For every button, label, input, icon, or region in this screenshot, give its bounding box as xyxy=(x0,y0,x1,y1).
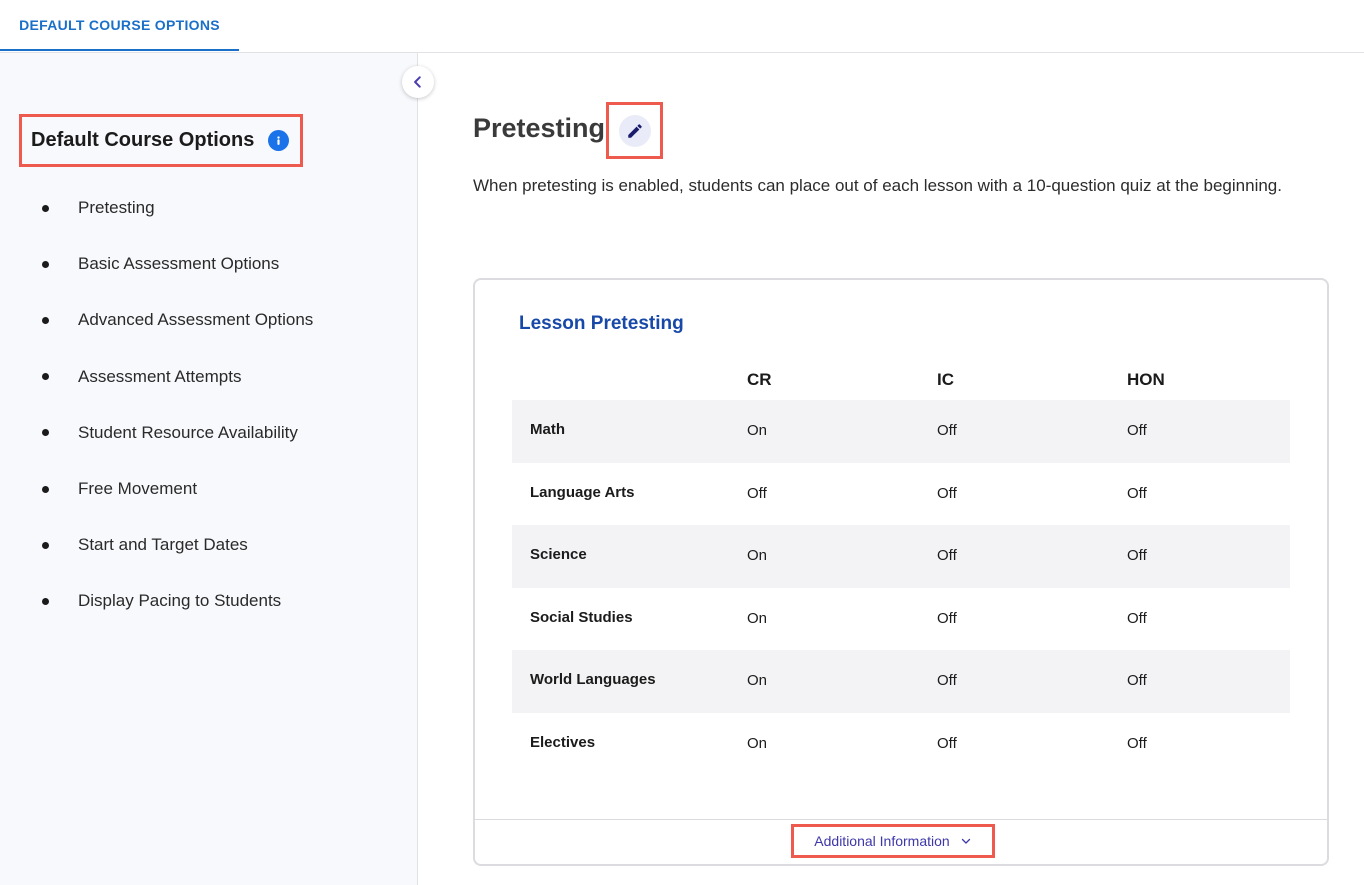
sidebar-title: Default Course Options xyxy=(31,129,255,151)
subject-cell: Social Studies xyxy=(530,608,633,626)
page-title: Pretesting xyxy=(473,113,606,143)
subject-cell: World Languages xyxy=(530,671,656,689)
top-bar: DEFAULT COURSE OPTIONS xyxy=(0,0,1364,53)
table-row: Science On Off Off xyxy=(512,525,1290,588)
column-header-cr: CR xyxy=(747,370,772,389)
table-body: Math On Off Off Language Arts Off Off Of… xyxy=(512,400,1290,776)
bullet-icon xyxy=(42,485,49,493)
value-cell: On xyxy=(747,422,768,439)
table-row: Electives On Off Off xyxy=(512,713,1290,776)
sidebar-item-label: Pretesting xyxy=(78,198,155,218)
sidebar-header: Default Course Options xyxy=(19,114,303,167)
table-header: CR IC HON xyxy=(512,366,1290,400)
value-cell: Off xyxy=(1127,609,1147,627)
edit-highlight xyxy=(606,102,663,159)
card-title: Lesson Pretesting xyxy=(519,313,684,334)
sidebar-item-label: Basic Assessment Options xyxy=(78,254,280,274)
sidebar-item-label: Free Movement xyxy=(78,479,198,499)
subject-cell: Electives xyxy=(530,733,596,751)
subject-cell: Science xyxy=(530,546,587,564)
sidebar-item-label: Display Pacing to Students xyxy=(78,591,282,611)
lesson-pretesting-card: Lesson Pretesting CR IC HON Math On Off … xyxy=(473,278,1329,866)
value-cell: Off xyxy=(1127,672,1147,690)
sidebar-item-label: Assessment Attempts xyxy=(78,366,242,386)
value-cell: Off xyxy=(747,484,767,502)
value-cell: On xyxy=(747,734,768,752)
chevron-left-icon xyxy=(414,76,421,88)
value-cell: Off xyxy=(937,422,957,439)
table-row: Math On Off Off xyxy=(512,400,1290,463)
column-header-ic: IC xyxy=(937,370,954,389)
sidebar-item-label: Start and Target Dates xyxy=(78,535,248,555)
value-cell: Off xyxy=(1127,484,1147,502)
edit-button[interactable] xyxy=(618,114,651,147)
description: When pretesting is enabled, students can… xyxy=(473,176,1282,195)
table-row: Social Studies On Off Off xyxy=(512,588,1290,651)
value-cell: Off xyxy=(1127,422,1147,439)
subject-cell: Language Arts xyxy=(530,483,635,501)
collapse-sidebar-button[interactable] xyxy=(402,66,434,98)
pencil-icon xyxy=(627,123,642,138)
value-cell: Off xyxy=(1127,734,1147,752)
value-cell: Off xyxy=(937,734,957,752)
value-cell: On xyxy=(747,609,768,627)
bullet-icon xyxy=(42,260,49,268)
heading-row: Pretesting xyxy=(473,113,605,144)
subject-cell: Math xyxy=(530,421,565,438)
value-cell: Off xyxy=(937,484,957,502)
tab-default-course-options[interactable]: DEFAULT COURSE OPTIONS xyxy=(0,0,239,51)
value-cell: On xyxy=(747,547,768,565)
table-row: Language Arts Off Off Off xyxy=(512,463,1290,526)
info-icon[interactable] xyxy=(268,130,290,151)
sidebar-item-label: Advanced Assessment Options xyxy=(78,310,314,330)
additional-information-label: Additional Information xyxy=(814,833,950,849)
sidebar: Default Course Options Pretesting Basic … xyxy=(0,53,418,885)
table-row: World Languages On Off Off xyxy=(512,650,1290,713)
tab-label: DEFAULT COURSE OPTIONS xyxy=(19,16,220,33)
value-cell: On xyxy=(747,672,768,690)
bullet-icon xyxy=(42,597,49,605)
column-header-hon: HON xyxy=(1127,370,1165,389)
main-content: Pretesting When pretesting is enabled, s… xyxy=(419,53,1364,885)
bullet-icon xyxy=(42,204,49,212)
card-footer: Additional Information xyxy=(475,819,1327,864)
bullet-icon xyxy=(42,429,49,437)
additional-information-toggle[interactable]: Additional Information xyxy=(791,824,995,858)
bullet-icon xyxy=(42,316,49,324)
sidebar-item-label: Student Resource Availability xyxy=(78,422,298,442)
chevron-down-icon xyxy=(961,838,970,844)
bullet-icon xyxy=(42,541,49,549)
bullet-icon xyxy=(42,373,49,381)
value-cell: Off xyxy=(937,609,957,627)
value-cell: Off xyxy=(937,547,957,565)
value-cell: Off xyxy=(1127,547,1147,565)
value-cell: Off xyxy=(937,672,957,690)
